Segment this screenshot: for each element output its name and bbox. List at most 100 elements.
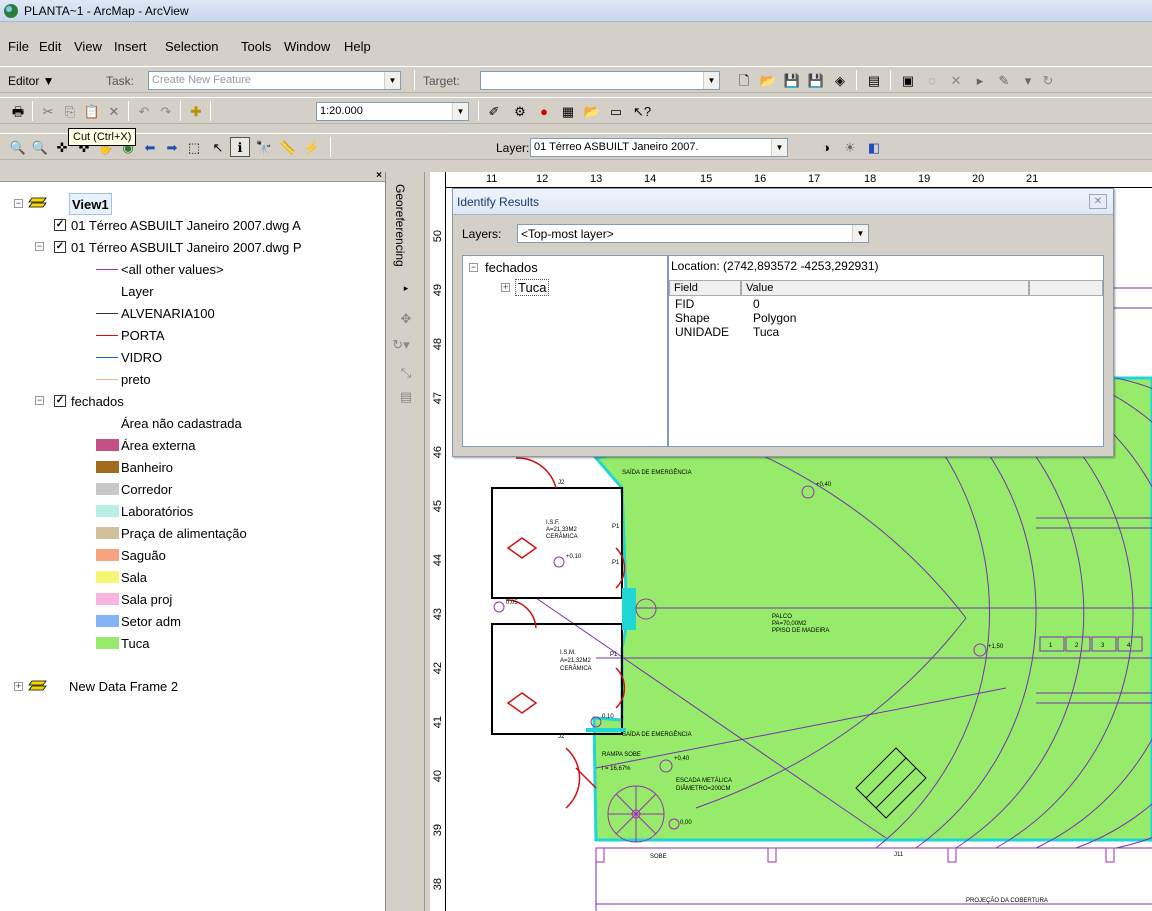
menu-window[interactable]: Window (284, 39, 330, 54)
menu-selection[interactable]: Selection (165, 39, 218, 54)
column-header-value[interactable]: Value (741, 280, 1029, 296)
layers-combo[interactable]: <Top-most layer> ▼ (517, 224, 869, 243)
column-header-field[interactable]: Field (669, 280, 741, 296)
brightness-icon[interactable]: ☀ (840, 137, 860, 157)
arctoolbox-icon[interactable]: ⚙ (510, 101, 530, 121)
identify-icon[interactable]: ℹ (230, 137, 250, 157)
select-elements-icon[interactable]: ↖ (208, 137, 228, 157)
layer-fechados[interactable]: fechados (71, 390, 124, 412)
layer-p-checkbox[interactable]: ✓ (54, 241, 66, 253)
open-folder-icon[interactable]: 📂 (758, 70, 778, 90)
editor-menu-button[interactable]: Editor ▼ (8, 74, 55, 88)
task-combo[interactable]: Create New Feature ▼ (148, 71, 401, 90)
menu-insert[interactable]: Insert (114, 39, 147, 54)
layer-a-checkbox[interactable]: ✓ (54, 219, 66, 231)
arcmap-globe-icon (4, 4, 18, 18)
select-features-icon[interactable]: ⬚ (184, 137, 204, 157)
cut-icon[interactable]: ✂ (38, 101, 58, 121)
tree-feature-node[interactable]: Tuca (515, 279, 550, 296)
tree-layer-node[interactable]: fechados (485, 260, 538, 275)
rotate-icon[interactable]: ↻ (1038, 70, 1058, 90)
add-data-icon[interactable]: ✚ (186, 101, 206, 121)
layer-p[interactable]: 01 Térreo ASBUILT Janeiro 2007.dwg P (71, 236, 302, 258)
layer-combo[interactable]: 01 Térreo ASBUILT Janeiro 2007. ▼ (530, 138, 788, 157)
ruler-tick: 43 (432, 608, 444, 621)
delete-icon[interactable]: ✕ (104, 101, 124, 121)
data-frame-view1[interactable]: View1 (69, 193, 112, 215)
menu-file[interactable]: File (8, 39, 29, 54)
data-frame-icon (28, 197, 47, 208)
save-icon[interactable]: 💾 (782, 70, 802, 90)
zoom-out-icon[interactable]: 🔍 (30, 137, 50, 157)
add-control-points-icon[interactable]: ✥ (396, 308, 416, 328)
map-label-restroom-floor: CERÂMICA (546, 533, 578, 540)
save-as-icon[interactable]: 💾 (806, 70, 826, 90)
collapse-icon[interactable]: − (35, 396, 44, 405)
collapse-icon[interactable]: − (14, 199, 23, 208)
layout-icon[interactable]: ▣ (898, 70, 918, 90)
forward-extent-icon[interactable]: ➡ (162, 137, 182, 157)
close-icon[interactable]: × (376, 172, 382, 181)
lasso-icon[interactable]: ◌ (922, 70, 942, 90)
collapse-icon[interactable]: − (469, 263, 478, 272)
layer-a[interactable]: 01 Térreo ASBUILT Janeiro 2007.dwg A (71, 214, 301, 236)
sketch-icon[interactable]: ✕ (946, 70, 966, 90)
command-line-icon[interactable]: 📂 (582, 101, 602, 121)
ruler-tick: 17 (808, 173, 821, 185)
legend-item: Sala (121, 569, 148, 585)
find-icon[interactable]: 🔭 (254, 137, 274, 157)
menu-help[interactable]: Help (344, 39, 371, 54)
contrast-icon[interactable]: ◑ (816, 137, 836, 157)
copy-icon[interactable]: ⎘ (60, 101, 80, 121)
window-icon[interactable]: ▭ (606, 101, 626, 121)
map-label-exit: SAÍDA DE EMERGÊNCIA (622, 468, 692, 476)
georeferencing-label[interactable]: Georeferencing (393, 184, 407, 267)
map-label-exit: SAÍDA DE EMERGÊNCIA (622, 730, 692, 738)
paste-icon[interactable]: 📋 (82, 101, 102, 121)
toolbox-icon[interactable]: ▦ (558, 101, 578, 121)
new-document-icon[interactable]: 🗋 (734, 70, 754, 90)
expand-icon[interactable]: + (14, 682, 23, 691)
title-bar[interactable]: PLANTA~1 - ArcMap - ArcView (0, 0, 1152, 22)
shift-icon[interactable]: ⤡ (396, 362, 416, 382)
layer-add-icon[interactable]: ◈ (830, 70, 850, 90)
target-label: Target: (423, 74, 460, 88)
chevron-down-icon[interactable]: ▸ (396, 278, 416, 298)
edit-arrow-icon[interactable]: ▸ (970, 70, 990, 90)
collapse-icon[interactable]: − (35, 242, 44, 251)
arccatalog-icon[interactable]: ● (534, 101, 554, 121)
zoom-in-icon[interactable]: 🔍 (8, 137, 28, 157)
rotate-icon[interactable]: ↻▾ (391, 334, 411, 354)
print-icon[interactable]: 🖶 (8, 101, 28, 121)
editor-toolbar-icon[interactable]: ✐ (484, 101, 504, 121)
data-frame-2[interactable]: New Data Frame 2 (69, 675, 178, 697)
hyperlink-icon[interactable]: ⚡ (302, 137, 322, 157)
fill-swatch (96, 571, 119, 583)
pencil-icon[interactable]: ✎ (994, 70, 1014, 90)
transparency-icon[interactable]: ◧ (864, 137, 884, 157)
attr-field: Shape (675, 311, 710, 325)
fechados-checkbox[interactable]: ✓ (54, 395, 66, 407)
ruler-tick: 20 (972, 173, 985, 185)
redo-icon[interactable]: ↷ (156, 101, 176, 121)
chevron-down-icon[interactable]: ▾ (1018, 70, 1038, 90)
table-icon[interactable]: ▤ (864, 70, 884, 90)
dialog-title-bar[interactable]: Identify Results ✕ (453, 189, 1113, 215)
close-icon[interactable]: ✕ (1089, 194, 1107, 209)
back-extent-icon[interactable]: ⬅ (140, 137, 160, 157)
menu-view[interactable]: View (74, 39, 102, 54)
legend-item: ALVENARIA100 (121, 305, 215, 321)
expand-icon[interactable]: + (501, 283, 510, 292)
map-scale-combo[interactable]: 1:20.000 ▼ (316, 102, 469, 121)
undo-icon[interactable]: ↶ (134, 101, 154, 121)
measure-icon[interactable]: 📏 (278, 137, 298, 157)
attr-value: Tuca (753, 325, 780, 339)
legend-item: VIDRO (121, 349, 163, 365)
ruler-tick: 42 (432, 662, 444, 675)
menu-tools[interactable]: Tools (241, 39, 271, 54)
menu-edit[interactable]: Edit (39, 39, 61, 54)
whats-this-icon[interactable]: ↖? (632, 101, 652, 121)
target-combo[interactable]: ▼ (480, 71, 720, 90)
link-table-icon[interactable]: ▤ (396, 386, 416, 406)
map-label-restroom: I.S.F. (546, 520, 560, 526)
